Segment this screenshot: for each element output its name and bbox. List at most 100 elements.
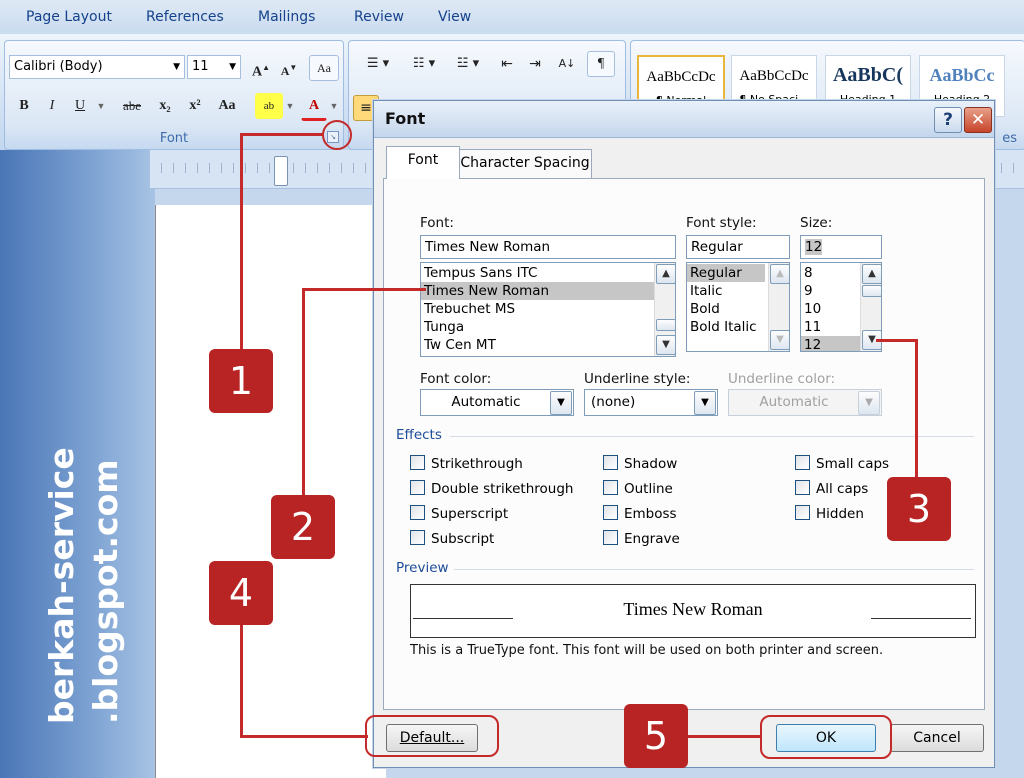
chevron-down-icon[interactable]: ▼ xyxy=(93,93,109,119)
outline-checkbox[interactable]: Outline xyxy=(603,480,673,497)
italic-button[interactable]: I xyxy=(39,93,65,119)
font-style-list[interactable]: Regular Italic Bold Bold Italic ▲ ▼ xyxy=(686,262,790,352)
font-name-combo[interactable]: Calibri (Body) ▼ xyxy=(9,55,185,79)
cancel-button[interactable]: Cancel xyxy=(890,724,984,752)
chevron-down-icon[interactable]: ▼ xyxy=(283,93,297,119)
list-item[interactable]: Trebuchet MS xyxy=(421,300,675,318)
scroll-thumb[interactable] xyxy=(656,319,675,331)
subscript-checkbox[interactable]: Subscript xyxy=(410,530,494,547)
emboss-checkbox[interactable]: Emboss xyxy=(603,505,677,522)
font-dialog: Font ? ✕ Font Character Spacing Font: Ti… xyxy=(373,100,995,768)
chevron-down-icon: ▼ xyxy=(173,62,180,72)
superscript-button[interactable]: x² xyxy=(181,93,209,119)
preview-divider xyxy=(454,569,974,570)
numbering-icon[interactable]: ☷ ▾ xyxy=(401,51,447,77)
font-size-combo[interactable]: 11 ▼ xyxy=(187,55,241,79)
multilevel-list-icon[interactable]: ☳ ▾ xyxy=(447,51,489,77)
chevron-down-icon[interactable]: ▼ xyxy=(694,391,716,415)
checkbox-box[interactable] xyxy=(410,480,425,495)
hidden-checkbox[interactable]: Hidden xyxy=(795,505,864,522)
truetype-info: This is a TrueType font. This font will … xyxy=(410,643,884,658)
size-list-scrollbar[interactable]: ▲ ▼ xyxy=(860,263,881,351)
tab-view[interactable]: View xyxy=(438,9,471,25)
underline-style-combo[interactable]: (none) ▼ xyxy=(584,389,718,416)
checkbox-box[interactable] xyxy=(795,505,810,520)
indent-marker-icon[interactable] xyxy=(274,156,288,186)
annotation-line xyxy=(915,339,918,477)
bullets-icon[interactable]: ☰ ▾ xyxy=(355,51,401,77)
superscript-checkbox[interactable]: Superscript xyxy=(410,505,508,522)
font-name-field[interactable]: Times New Roman xyxy=(420,235,676,259)
checkbox-label: Double strikethrough xyxy=(431,481,574,497)
annotation-ring-launcher xyxy=(322,120,352,150)
checkbox-box[interactable] xyxy=(795,455,810,470)
checkbox-box[interactable] xyxy=(795,480,810,495)
dialog-title: Font xyxy=(385,109,426,128)
tab-review[interactable]: Review xyxy=(354,9,404,25)
tab-references[interactable]: References xyxy=(146,9,224,25)
scroll-thumb[interactable] xyxy=(862,285,881,297)
chevron-down-icon[interactable]: ▼ xyxy=(327,93,341,119)
double-strikethrough-checkbox[interactable]: Double strikethrough xyxy=(410,480,573,497)
font-color-combo[interactable]: Automatic ▼ xyxy=(420,389,574,416)
watermark: berkah-service .blogspot.com xyxy=(30,418,140,738)
font-name-list[interactable]: Tempus Sans ITC Times New Roman Trebuche… xyxy=(420,262,676,357)
font-color-value: Automatic xyxy=(451,394,521,410)
help-button[interactable]: ? xyxy=(934,107,962,133)
checkbox-box[interactable] xyxy=(410,505,425,520)
list-item-selected[interactable]: Regular xyxy=(687,264,765,282)
tab-page-layout[interactable]: Page Layout xyxy=(26,9,112,25)
list-item-selected[interactable]: Times New Roman xyxy=(421,282,655,300)
checkbox-box[interactable] xyxy=(603,505,618,520)
style-list-scrollbar[interactable]: ▲ ▼ xyxy=(768,263,789,351)
scroll-down-icon[interactable]: ▼ xyxy=(656,335,675,355)
sort-icon[interactable]: A↓ xyxy=(553,51,581,77)
scroll-up-icon[interactable]: ▲ xyxy=(770,264,789,284)
annotation-line xyxy=(240,735,368,738)
preview-section-title: Preview xyxy=(396,560,449,576)
clear-formatting-icon[interactable]: Aa xyxy=(309,55,339,81)
show-formatting-icon[interactable]: ¶ xyxy=(587,51,615,77)
list-item[interactable]: Tunga xyxy=(421,318,675,336)
dialog-titlebar[interactable]: Font ? ✕ xyxy=(374,101,994,138)
font-list-scrollbar[interactable]: ▲ ▼ xyxy=(654,263,675,356)
underline-button[interactable]: U xyxy=(67,93,93,119)
underline-style-label: Underline style: xyxy=(584,371,691,387)
checkbox-box[interactable] xyxy=(603,455,618,470)
engrave-checkbox[interactable]: Engrave xyxy=(603,530,680,547)
checkbox-box[interactable] xyxy=(410,455,425,470)
list-item[interactable]: Tw Cen MT xyxy=(421,336,675,354)
chevron-down-icon[interactable]: ▼ xyxy=(550,391,572,415)
scroll-up-icon[interactable]: ▲ xyxy=(656,264,675,284)
close-button[interactable]: ✕ xyxy=(964,107,992,133)
shadow-checkbox[interactable]: Shadow xyxy=(603,455,677,472)
size-list[interactable]: 8 9 10 11 12 ▲ ▼ xyxy=(800,262,882,352)
checkbox-box[interactable] xyxy=(603,480,618,495)
all-caps-checkbox[interactable]: All caps xyxy=(795,480,868,497)
underline-style-value: (none) xyxy=(591,394,636,410)
increase-indent-icon[interactable]: ⇥ xyxy=(521,51,549,77)
scroll-up-icon[interactable]: ▲ xyxy=(862,264,881,284)
tab-font[interactable]: Font xyxy=(386,146,460,179)
ribbon-tab-bar: Page Layout References Mailings Review V… xyxy=(0,0,1024,34)
font-style-field[interactable]: Regular xyxy=(686,235,790,259)
decrease-indent-icon[interactable]: ⇤ xyxy=(493,51,521,77)
strikethrough-button[interactable]: abe xyxy=(115,93,149,119)
bold-button[interactable]: B xyxy=(11,93,37,119)
strikethrough-checkbox[interactable]: Strikethrough xyxy=(410,455,523,472)
small-caps-checkbox[interactable]: Small caps xyxy=(795,455,889,472)
change-case-button[interactable]: Aa xyxy=(211,93,243,119)
font-color-icon[interactable]: A xyxy=(301,93,327,121)
grow-font-icon[interactable]: A▲ xyxy=(247,55,275,81)
tab-mailings[interactable]: Mailings xyxy=(258,9,315,25)
list-item[interactable]: Tempus Sans ITC xyxy=(421,264,675,282)
highlight-icon[interactable]: ab xyxy=(255,93,283,119)
subscript-button[interactable]: x₂ xyxy=(151,93,179,119)
scroll-down-icon[interactable]: ▼ xyxy=(770,330,789,350)
checkbox-box[interactable] xyxy=(603,530,618,545)
list-item-selected[interactable]: 12 xyxy=(801,336,861,351)
tab-character-spacing[interactable]: Character Spacing xyxy=(458,149,592,178)
checkbox-box[interactable] xyxy=(410,530,425,545)
size-field[interactable]: 12 xyxy=(800,235,882,259)
shrink-font-icon[interactable]: A▼ xyxy=(275,55,303,81)
